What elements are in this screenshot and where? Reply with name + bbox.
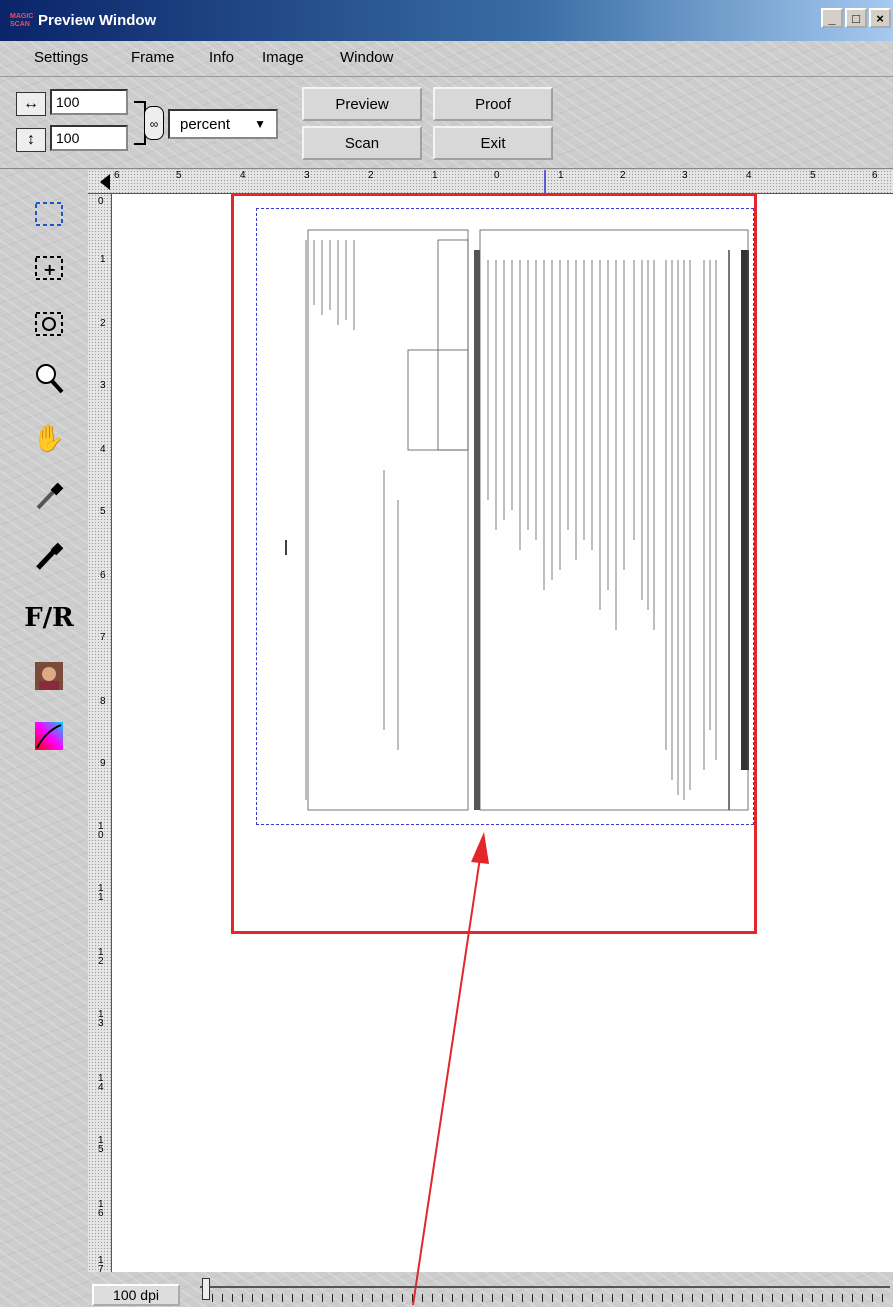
slider-thumb[interactable] (202, 1278, 210, 1300)
slider-ticks (212, 1294, 892, 1302)
dpi-display: 100 dpi (92, 1284, 180, 1306)
status-bar: 100 dpi (0, 1272, 893, 1307)
annotation-arrow (412, 832, 489, 1306)
